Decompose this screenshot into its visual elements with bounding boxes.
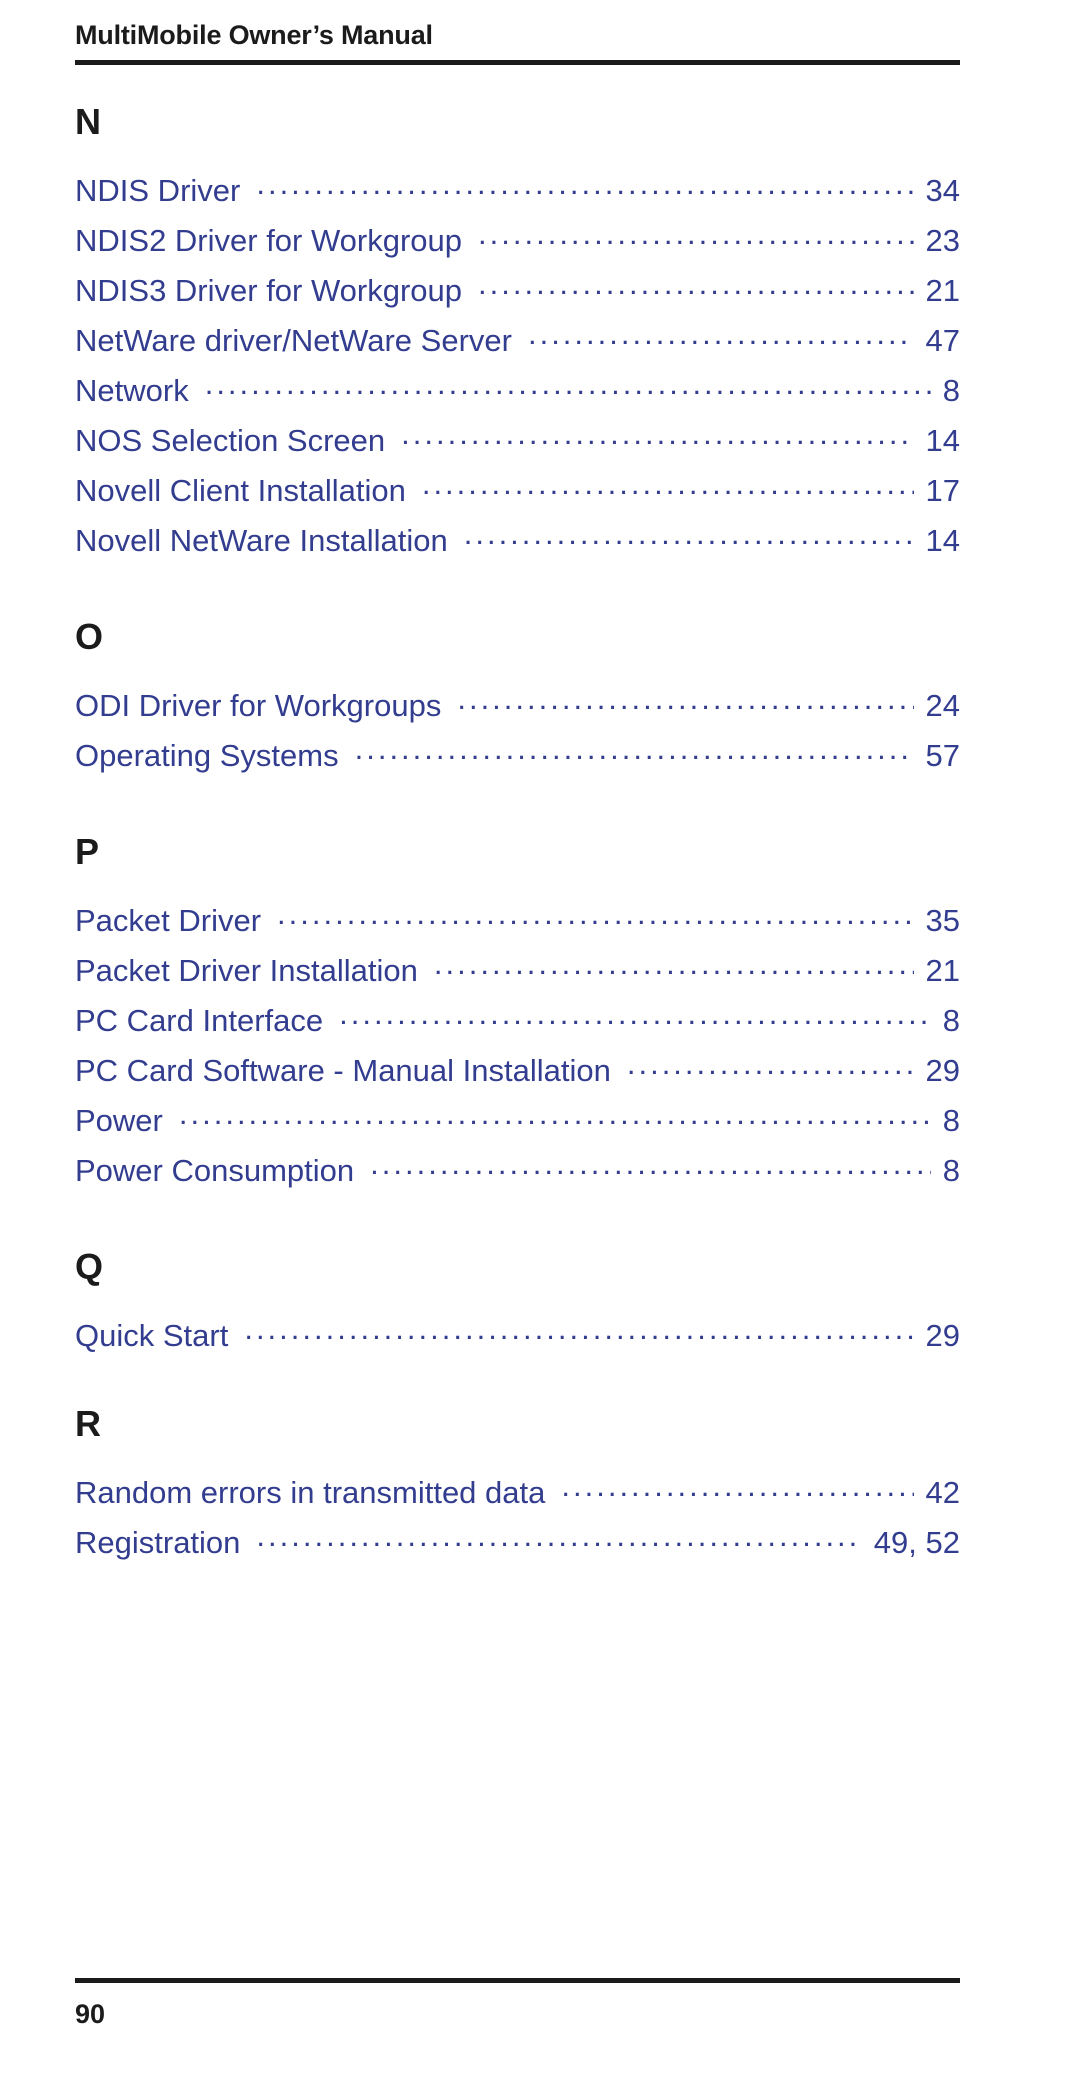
index-entry[interactable]: NDIS Driver 34 [75, 166, 960, 216]
index-entry-label: ODI Driver for Workgroups [75, 688, 442, 723]
index-entry-dot-leader [627, 1050, 914, 1081]
index-entry-page-number: 14 [925, 523, 960, 558]
index-entry-list: Random errors in transmitted data 42 Regis… [75, 1468, 960, 1568]
index-entry-label: Network [75, 373, 189, 408]
index-entry-page-number: 29 [925, 1053, 960, 1088]
page-header: MultiMobile Owner’s Manual [75, 20, 960, 65]
index-entry-page-number: 49, 52 [873, 1525, 960, 1560]
index-entry-label: Operating Systems [75, 738, 339, 773]
index-entry-dot-leader [256, 170, 913, 201]
index-entry-dot-leader [528, 320, 914, 351]
index-entry[interactable]: Power Consumption 8 [75, 1146, 960, 1196]
index-entry-label: PC Card Interface [75, 1003, 324, 1038]
index-letter-heading: O [75, 616, 104, 657]
index-content: N NDIS Driver 34 NDIS2 Driver for Workgroup… [75, 104, 960, 1568]
index-entry-label: PC Card Software - Manual Installation [75, 1053, 611, 1088]
index-entry-label: NetWare driver/NetWare Server [75, 323, 512, 358]
index-entry-dot-leader [339, 1000, 931, 1031]
index-entry-label: Packet Driver Installation [75, 953, 418, 988]
index-entry[interactable]: Packet Driver 35 [75, 896, 960, 946]
index-letter-heading: N [75, 101, 101, 142]
index-entry-dot-leader [355, 735, 914, 766]
page-footer: 90 [75, 1978, 960, 2030]
index-entry-label: Random errors in transmitted data [75, 1475, 546, 1510]
index-entry-page-number: 8 [942, 1153, 960, 1188]
index-entry-dot-leader [422, 470, 914, 501]
index-letter-heading: R [75, 1403, 101, 1444]
index-entry-dot-leader [256, 1522, 861, 1553]
header-divider [75, 60, 960, 65]
index-entry[interactable]: Random errors in transmitted data 42 [75, 1468, 960, 1518]
index-entry-page-number: 14 [925, 423, 960, 458]
index-letter-block: P Packet Driver 35 Packet Driver Installati… [75, 834, 960, 1196]
index-entry-list: Quick Start 29 [75, 1311, 960, 1361]
index-entry-label: NDIS3 Driver for Workgroup [75, 273, 463, 308]
index-entry-label: NOS Selection Screen [75, 423, 386, 458]
index-entry-page-number: 8 [942, 373, 960, 408]
index-entry[interactable]: Packet Driver Installation 21 [75, 946, 960, 996]
index-letter-block: Q Quick Start 29 [75, 1249, 960, 1361]
index-letter-block: R Random errors in transmitted data 42 Regi… [75, 1406, 960, 1568]
index-entry-list: Packet Driver 35 Packet Driver Installatio… [75, 896, 960, 1196]
index-entry[interactable]: Registration 49, 52 [75, 1518, 960, 1568]
index-entry-dot-leader [434, 950, 914, 981]
index-letter-block: O ODI Driver for Workgroups 24 Operating Sy… [75, 619, 960, 781]
index-entry-dot-leader [478, 270, 913, 301]
index-entry-label: Quick Start [75, 1318, 229, 1353]
index-entry-page-number: 24 [925, 688, 960, 723]
index-entry-label: Novell Client Installation [75, 473, 406, 508]
index-entry[interactable]: ODI Driver for Workgroups 24 [75, 681, 960, 731]
index-entry[interactable]: Network 8 [75, 366, 960, 416]
index-entry-dot-leader [457, 685, 913, 716]
index-entry-page-number: 8 [942, 1003, 960, 1038]
index-entry-page-number: 35 [925, 903, 960, 938]
index-letter-block: N NDIS Driver 34 NDIS2 Driver for Workgroup… [75, 104, 960, 566]
index-entry[interactable]: Novell Client Installation 17 [75, 466, 960, 516]
index-entry-page-number: 8 [942, 1103, 960, 1138]
index-entry[interactable]: NDIS3 Driver for Workgroup 21 [75, 266, 960, 316]
index-entry-dot-leader [401, 420, 913, 451]
footer-divider [75, 1978, 960, 1983]
index-entry-label: NDIS Driver [75, 173, 241, 208]
index-entry[interactable]: PC Card Interface 8 [75, 996, 960, 1046]
index-entry-dot-leader [370, 1150, 931, 1181]
index-entry-label: NDIS2 Driver for Workgroup [75, 223, 463, 258]
index-entry[interactable]: Power 8 [75, 1096, 960, 1146]
index-entry-page-number: 34 [925, 173, 960, 208]
index-entry[interactable]: Novell NetWare Installation 14 [75, 516, 960, 566]
index-entry[interactable]: Quick Start 29 [75, 1311, 960, 1361]
index-entry-page-number: 23 [925, 223, 960, 258]
index-entry-label: Novell NetWare Installation [75, 523, 448, 558]
index-entry-label: Power [75, 1103, 163, 1138]
index-letter-heading: P [75, 831, 100, 872]
running-header-title: MultiMobile Owner’s Manual [75, 20, 433, 50]
index-entry-page-number: 21 [925, 273, 960, 308]
index-entry-dot-leader [205, 370, 931, 401]
index-entry-page-number: 42 [925, 1475, 960, 1510]
index-entry-page-number: 47 [925, 323, 960, 358]
footer-page-number: 90 [75, 1999, 106, 2029]
index-entry-dot-leader [478, 220, 913, 251]
index-entry-page-number: 21 [925, 953, 960, 988]
manual-index-page: MultiMobile Owner’s Manual N NDIS Driver 3… [0, 0, 1080, 2082]
index-entry-dot-leader [179, 1100, 931, 1131]
index-entry-dot-leader [244, 1315, 913, 1346]
index-entry[interactable]: Operating Systems 57 [75, 731, 960, 781]
index-entry-dot-leader [561, 1472, 913, 1503]
index-entry-dot-leader [464, 520, 914, 551]
index-entry-label: Power Consumption [75, 1153, 355, 1188]
index-entry[interactable]: NetWare driver/NetWare Server 47 [75, 316, 960, 366]
index-entry[interactable]: NDIS2 Driver for Workgroup 23 [75, 216, 960, 266]
index-entry-page-number: 29 [925, 1318, 960, 1353]
index-entry-list: NDIS Driver 34 NDIS2 Driver for Workgroup 2… [75, 166, 960, 566]
index-entry-list: ODI Driver for Workgroups 24 Operating Sys… [75, 681, 960, 781]
index-entry-label: Packet Driver [75, 903, 262, 938]
index-entry-dot-leader [277, 900, 913, 931]
index-entry[interactable]: PC Card Software - Manual Installation 29 [75, 1046, 960, 1096]
index-entry-page-number: 17 [925, 473, 960, 508]
index-entry-label: Registration [75, 1525, 241, 1560]
index-letter-heading: Q [75, 1246, 104, 1287]
index-entry-page-number: 57 [925, 738, 960, 773]
index-entry[interactable]: NOS Selection Screen 14 [75, 416, 960, 466]
